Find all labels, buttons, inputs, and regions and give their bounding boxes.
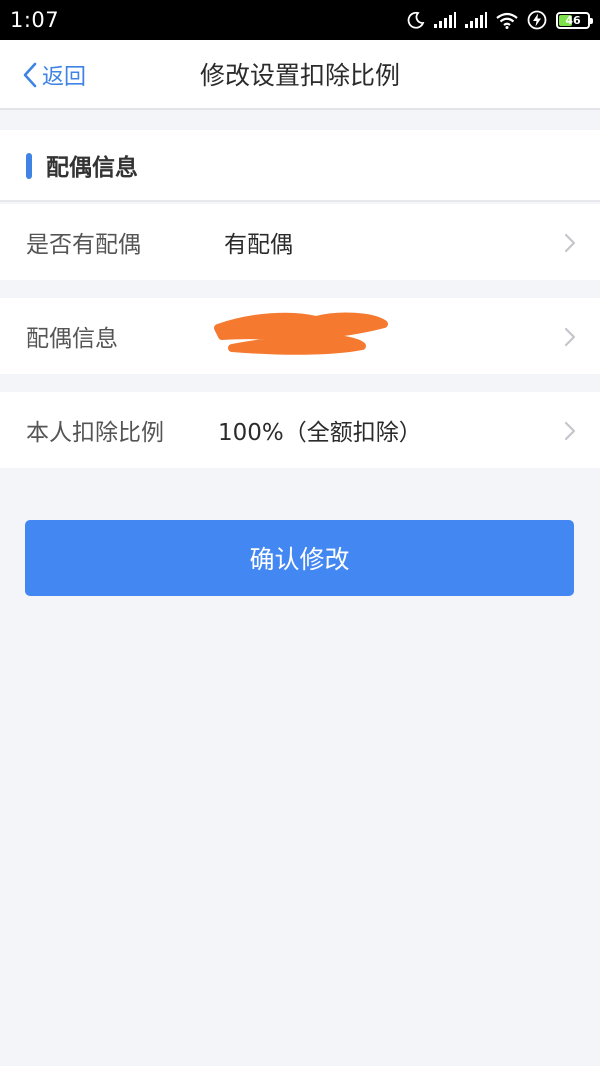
wifi-icon [496,12,518,29]
row-label: 配偶信息 [26,326,118,352]
status-icons: 46 [407,10,593,30]
chevron-right-icon [564,421,576,441]
status-bar: 1:07 46 [0,0,600,40]
back-button[interactable]: 返回 [22,40,86,110]
signal-icon [465,12,487,28]
status-time: 1:07 [10,8,60,32]
section-header: 配偶信息 [0,130,600,202]
redaction-scribble [214,312,388,355]
page-title: 修改设置扣除比例 [199,61,400,90]
chevron-right-icon [564,233,576,253]
row-label: 本人扣除比例 [26,420,164,446]
charging-icon [527,10,547,30]
section-marker [26,153,32,179]
section-title: 配偶信息 [46,155,138,181]
row-deduction-ratio[interactable]: 本人扣除比例 100%（全额扣除） [0,392,600,468]
chevron-left-icon [23,62,37,88]
back-label: 返回 [42,65,87,90]
confirm-button[interactable]: 确认修改 [25,520,574,596]
row-value: 100%（全额扣除） [218,420,422,446]
battery-level: 46 [565,13,581,27]
row-has-spouse[interactable]: 是否有配偶 有配偶 [0,204,600,280]
row-value: 有配偶 [224,232,293,258]
nav-bar: 返回 修改设置扣除比例 [0,40,600,110]
row-label: 是否有配偶 [26,232,141,258]
moon-icon [407,11,425,29]
chevron-right-icon [564,327,576,347]
battery-icon: 46 [556,11,593,29]
signal-icon [434,12,456,28]
